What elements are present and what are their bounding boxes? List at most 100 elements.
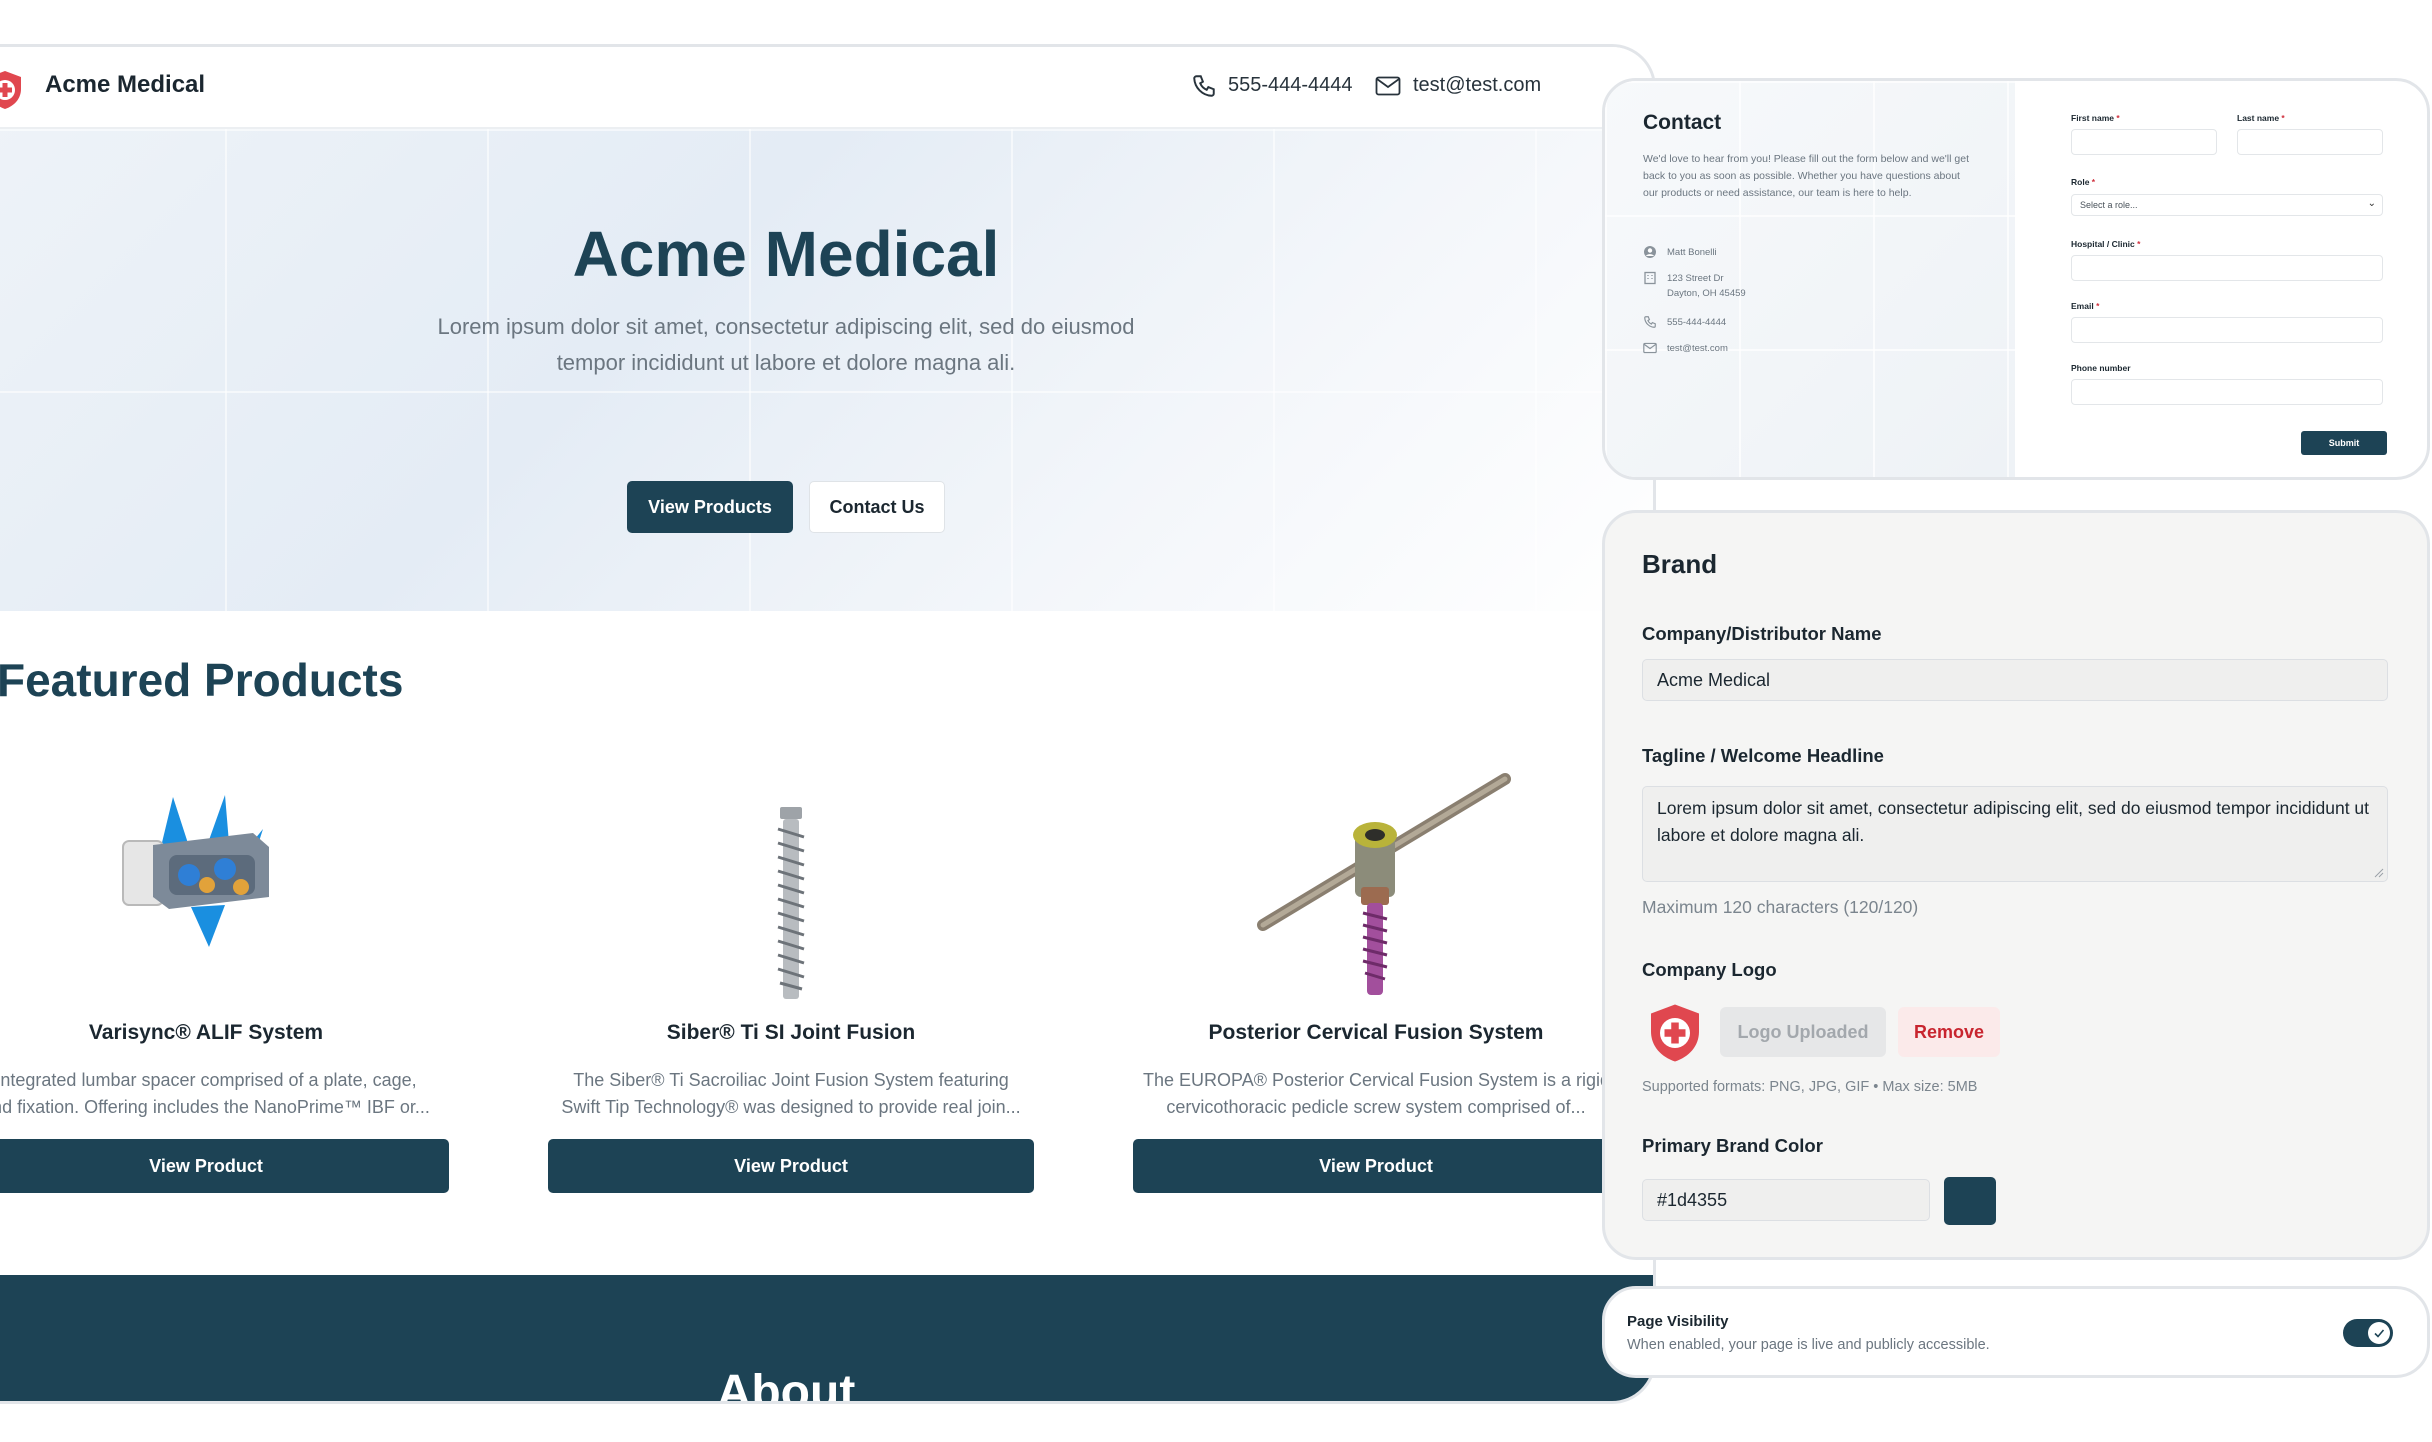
tagline-label: Tagline / Welcome Headline [1642, 745, 1884, 766]
product-description-line: Integrated lumbar spacer comprised of a … [0, 1070, 417, 1090]
site-brand-name[interactable]: Acme Medical [45, 71, 205, 99]
product-title[interactable]: Varisync® ALIF System [0, 1021, 449, 1045]
contact-phone[interactable]: 555-444-4444 [1667, 315, 1726, 330]
email-input[interactable] [2071, 317, 2383, 343]
product-title[interactable]: Posterior Cervical Fusion System [1133, 1021, 1619, 1045]
primary-color-input[interactable]: #1d4355 [1642, 1179, 1930, 1221]
tagline-char-count: Maximum 120 characters (120/120) [1642, 897, 1919, 917]
remove-logo-button[interactable]: Remove [1898, 1007, 2000, 1057]
email-label: Email * [2071, 301, 2099, 311]
brand-title: Brand [1642, 549, 1718, 579]
role-label-text: Role [2071, 177, 2090, 187]
last-name-input[interactable] [2237, 129, 2383, 155]
primary-color-label: Primary Brand Color [1642, 1135, 1823, 1156]
required-mark: * [2281, 113, 2285, 123]
product-description: The Siber® Ti Sacroiliac Joint Fusion Sy… [548, 1067, 1034, 1121]
last-name-label: Last name * [2237, 113, 2285, 123]
contact-name: Matt Bonelli [1667, 247, 1717, 258]
first-name-label-text: First name [2071, 113, 2114, 123]
product-description-line: The Siber® Ti Sacroiliac Joint Fusion Sy… [573, 1070, 1009, 1090]
logo-uploaded-button[interactable]: Logo Uploaded [1720, 1007, 1886, 1057]
product-card: Varisync® ALIF System Integrated lumbar … [0, 737, 449, 1193]
color-swatch[interactable] [1944, 1177, 1996, 1225]
product-description: The EUROPA® Posterior Cervical Fusion Sy… [1133, 1067, 1619, 1121]
view-products-button[interactable]: View Products [627, 481, 793, 533]
page-visibility-panel: Page Visibility When enabled, your page … [1602, 1286, 2430, 1378]
company-name-label: Company/Distributor Name [1642, 623, 1882, 644]
first-name-label: First name * [2071, 113, 2120, 123]
page-visibility-toggle[interactable] [2343, 1319, 2393, 1347]
hero-subtitle: Lorem ipsum dolor sit amet, consectetur … [437, 314, 1135, 375]
contact-info-panel: Contact We'd love to hear from you! Plea… [1605, 81, 2015, 477]
featured-products-title: Featured Products [0, 654, 404, 706]
building-icon [1644, 271, 1656, 285]
logo-format-hint: Supported formats: PNG, JPG, GIF • Max s… [1642, 1079, 1978, 1095]
toggle-knob [2368, 1322, 2390, 1344]
contact-address-row: 123 Street Dr Dayton, OH 45459 [1643, 271, 1746, 301]
first-name-input[interactable] [2071, 129, 2217, 155]
si-joint-screw-illustration [777, 807, 805, 999]
company-logo-label: Company Logo [1642, 959, 1777, 980]
phone-icon [1644, 316, 1656, 328]
role-label: Role * [2071, 177, 2095, 187]
contact-email[interactable]: test@test.com [1667, 341, 1728, 356]
tagline-text: Lorem ipsum dolor sit amet, consectetur … [1657, 798, 2370, 845]
phone-label: Phone number [2071, 363, 2131, 373]
about-section: About [0, 1275, 1653, 1404]
product-image [0, 737, 449, 1007]
shield-cross-icon[interactable] [0, 69, 25, 111]
cervical-screw-illustration [1257, 773, 1511, 995]
product-description: Integrated lumbar spacer comprised of a … [0, 1067, 449, 1121]
contact-title: Contact [1643, 111, 1722, 134]
hospital-input[interactable] [2071, 255, 2383, 281]
site-header: Acme Medical 555-444-4444 test@test.com [0, 47, 1653, 129]
page-visibility-description: When enabled, your page is live and publ… [1627, 1337, 1990, 1353]
product-description-line: Swift Tip Technology® was designed to pr… [561, 1097, 1021, 1117]
product-card: Siber® Ti SI Joint Fusion The Siber® Ti … [548, 737, 1034, 1193]
alif-implant-illustration [122, 795, 269, 947]
mail-icon [1375, 76, 1401, 96]
header-phone[interactable]: 555-444-4444 [1228, 74, 1353, 97]
company-name-input[interactable]: Acme Medical [1642, 659, 2388, 701]
product-image [1133, 737, 1619, 1007]
brand-settings-panel: Brand Company/Distributor Name Acme Medi… [1602, 510, 2430, 1260]
contact-us-button[interactable]: Contact Us [809, 481, 945, 533]
contact-address-line: Dayton, OH 45459 [1667, 288, 1746, 299]
product-card: Posterior Cervical Fusion System The EUR… [1133, 737, 1619, 1193]
header-email[interactable]: test@test.com [1413, 74, 1541, 97]
product-description-line: and fixation. Offering includes the Nano… [0, 1097, 430, 1117]
view-product-button[interactable]: View Product [1133, 1139, 1619, 1193]
contact-description: We'd love to hear from you! Please fill … [1643, 153, 1969, 199]
mail-icon [1643, 342, 1657, 354]
required-mark: * [2096, 301, 2100, 311]
resize-grip-icon[interactable] [2374, 868, 2384, 878]
about-title: About [716, 1366, 856, 1404]
required-mark: * [2116, 113, 2120, 123]
last-name-label-text: Last name [2237, 113, 2280, 123]
view-product-button[interactable]: View Product [0, 1139, 449, 1193]
role-select-value: Select a role... [2080, 200, 2138, 210]
hospital-label: Hospital / Clinic * [2071, 239, 2140, 249]
contact-phone-row: 555-444-4444 [1643, 315, 1726, 331]
product-image [548, 737, 1034, 1007]
hero-section: Acme Medical Lorem ipsum dolor sit amet,… [0, 129, 1653, 611]
phone-icon [1193, 75, 1215, 97]
view-product-button[interactable]: View Product [548, 1139, 1034, 1193]
contact-address-line: 123 Street Dr [1667, 273, 1724, 284]
site-preview: Acme Medical 555-444-4444 test@test.com … [0, 44, 1656, 1404]
email-label-text: Email [2071, 301, 2094, 311]
shield-cross-icon [1651, 1004, 1699, 1062]
contact-address: 123 Street Dr Dayton, OH 45459 [1667, 271, 1746, 301]
phone-input[interactable] [2071, 379, 2383, 405]
tagline-textarea[interactable]: Lorem ipsum dolor sit amet, consectetur … [1642, 786, 2388, 882]
check-icon [2374, 1329, 2385, 1338]
hospital-label-text: Hospital / Clinic [2071, 239, 2135, 249]
chevron-down-icon: ⌄ [2367, 198, 2376, 209]
user-icon [1644, 246, 1656, 258]
hero-title: Acme Medical [572, 218, 1000, 290]
submit-button[interactable]: Submit [2301, 431, 2387, 455]
role-select[interactable]: Select a role... ⌄ [2071, 194, 2383, 216]
page-visibility-title: Page Visibility [1627, 1313, 1729, 1330]
product-title[interactable]: Siber® Ti SI Joint Fusion [548, 1021, 1034, 1045]
contact-name-row: Matt Bonelli [1643, 245, 1717, 261]
